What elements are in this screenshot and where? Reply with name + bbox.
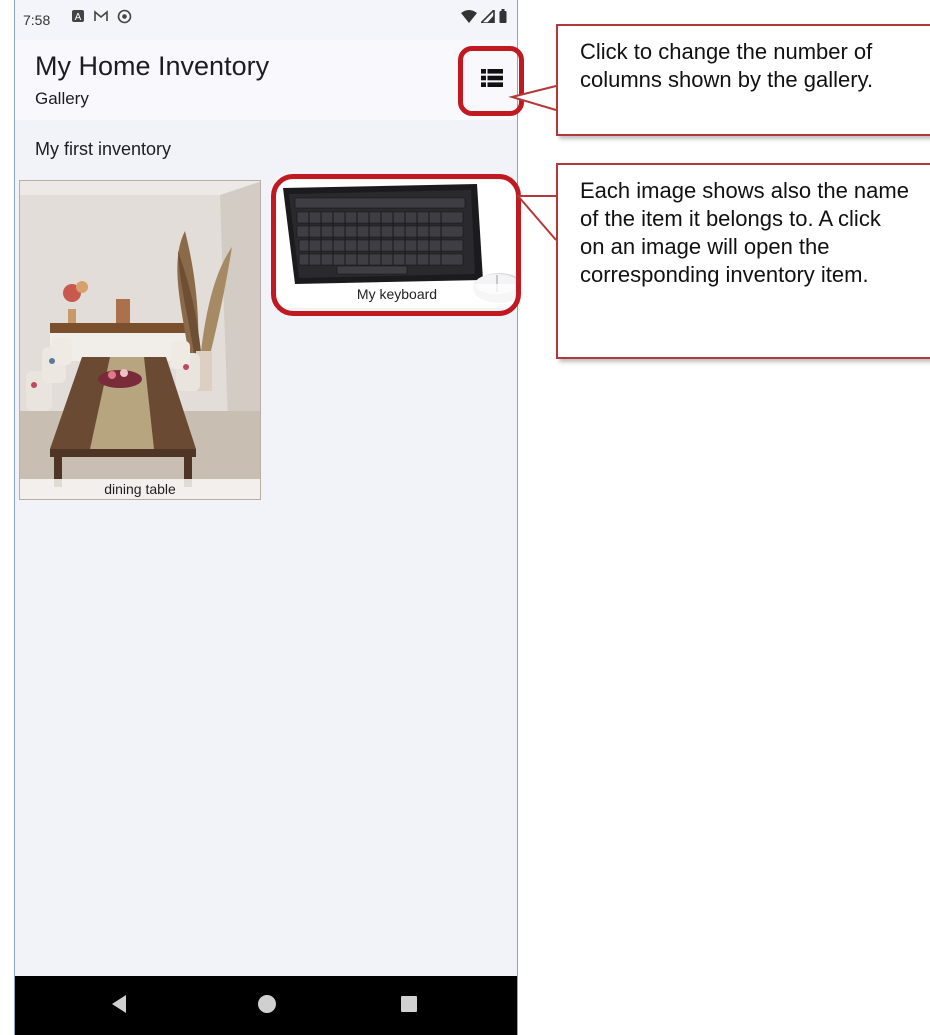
home-icon [257, 994, 277, 1019]
gallery-item-dining-table[interactable]: dining table [19, 180, 261, 500]
phone-screen: 7:58 A My Home Inventory Gallery My firs… [14, 0, 518, 1035]
status-time: 7:58 [23, 12, 51, 28]
gmail-icon [93, 9, 109, 29]
view-list-icon [481, 68, 503, 92]
app-subtitle: Gallery [35, 89, 89, 108]
recents-button[interactable] [397, 994, 421, 1018]
annotated-screenshot: 7:58 A My Home Inventory Gallery My firs… [0, 0, 930, 1035]
system-nav-bar [15, 976, 517, 1035]
status-icons-right [461, 7, 507, 28]
sync-icon [117, 9, 132, 29]
back-icon [111, 994, 127, 1018]
back-button[interactable] [107, 994, 131, 1018]
callout-image-hint: Each image shows also the name of the it… [556, 163, 930, 359]
inventory-section-title: My first inventory [35, 139, 172, 159]
signal-icon [479, 7, 495, 28]
notification-a-icon: A [71, 9, 85, 29]
callout-columns-hint: Click to change the number of columns sh… [556, 24, 930, 136]
change-columns-button[interactable] [461, 45, 517, 115]
gallery-item-my-keyboard[interactable]: My keyboard [277, 180, 517, 308]
dining-room-photo [20, 181, 260, 499]
app-title: My Home Inventory [35, 51, 270, 81]
app-bar: My Home Inventory Gallery [15, 40, 517, 120]
home-button[interactable] [255, 994, 279, 1018]
status-bar: 7:58 A [15, 0, 517, 40]
recents-icon [400, 995, 418, 1018]
gallery-item-caption: dining table [20, 479, 260, 499]
gallery-item-caption: My keyboard [277, 284, 517, 304]
wifi-icon [461, 9, 477, 28]
svg-text:A: A [75, 12, 82, 23]
status-icons-left: A [71, 9, 132, 29]
battery-icon [499, 9, 507, 28]
